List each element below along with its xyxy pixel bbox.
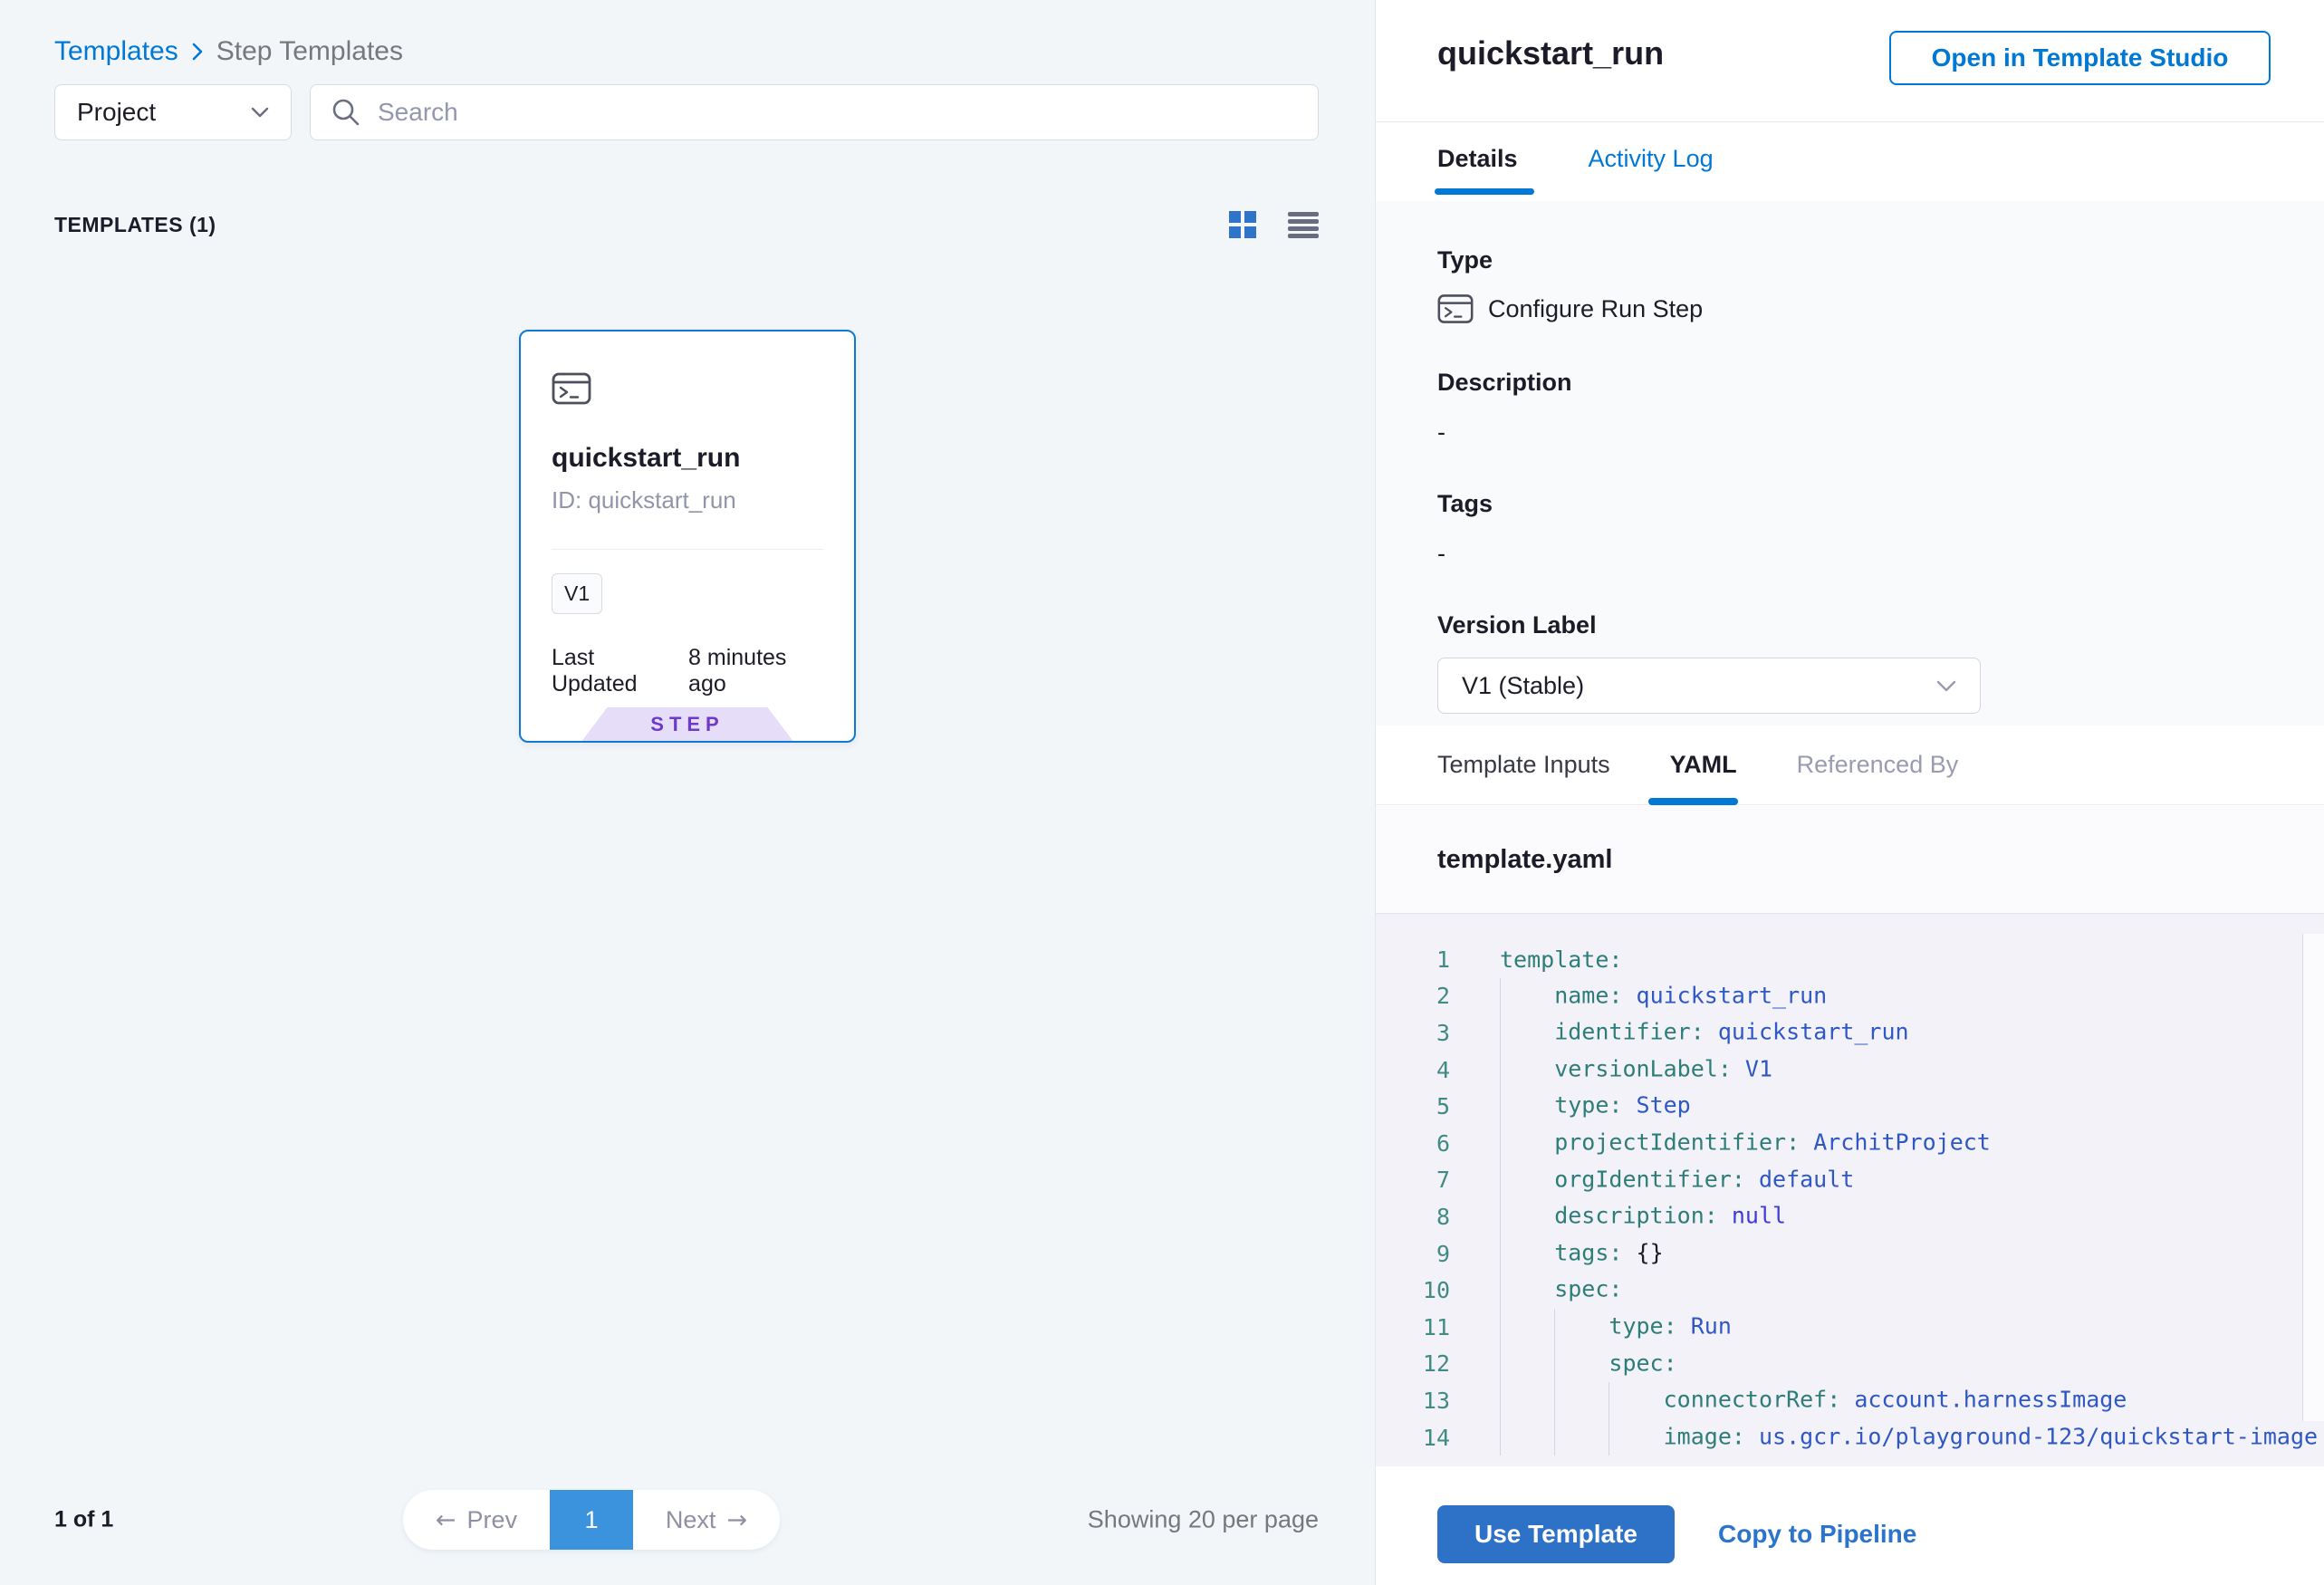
tags-label: Tags [1437, 490, 2262, 518]
scope-select[interactable]: Project [54, 84, 292, 140]
per-page-label: Showing 20 per page [1088, 1506, 1319, 1534]
yaml-code-line: 13connectorRef: account.harnessImage [1376, 1382, 2324, 1419]
tab-yaml[interactable]: YAML [1670, 751, 1737, 779]
template-library-screen: Templates Step Templates Project TEMPLAT [0, 0, 2324, 1585]
type-value: Configure Run Step [1488, 295, 1703, 323]
use-template-button[interactable]: Use Template [1437, 1505, 1675, 1563]
active-tab-underline [1435, 188, 1534, 195]
page-1-button[interactable]: 1 [550, 1490, 633, 1550]
terminal-step-icon [552, 371, 591, 406]
card-divider [552, 549, 823, 550]
list-header: TEMPLATES (1) [54, 210, 1319, 239]
view-toggles [1228, 210, 1319, 239]
yaml-code-line: 4versionLabel: V1 [1376, 1052, 2324, 1089]
yaml-code-line: 9tags: {} [1376, 1235, 2324, 1273]
main-tabs: Details Activity Log [1437, 145, 1714, 173]
open-in-template-studio-button[interactable]: Open in Template Studio [1889, 31, 2271, 85]
tags-value: - [1437, 540, 2262, 568]
card-id: ID: quickstart_run [552, 486, 823, 514]
yaml-file-name: template.yaml [1437, 845, 1612, 875]
search-icon [331, 97, 361, 128]
version-select-value: V1 (Stable) [1462, 672, 1584, 700]
details-body: Type Configure Run Step Description - Ta… [1376, 201, 2324, 725]
yaml-code-line: 14image: us.gcr.io/playground-123/quicks… [1376, 1419, 2324, 1456]
yaml-code-line: 7orgIdentifier: default [1376, 1162, 2324, 1199]
yaml-code-line: 5type: Step [1376, 1088, 2324, 1125]
template-card[interactable]: quickstart_run ID: quickstart_run V1 Las… [519, 330, 856, 743]
pagination: 1 of 1 ← Prev 1 Next → Showing 20 per pa… [0, 1490, 1375, 1550]
search-box [310, 84, 1319, 140]
yaml-code-line: 2name: quickstart_run [1376, 978, 2324, 1015]
breadcrumb: Templates Step Templates [54, 36, 403, 67]
breadcrumb-templates-link[interactable]: Templates [54, 36, 178, 67]
prev-page-button[interactable]: ← Prev [403, 1490, 550, 1550]
yaml-file-header: template.yaml [1376, 806, 2324, 913]
chevron-down-icon [251, 107, 269, 118]
yaml-code-lines: 1template:2name: quickstart_run3identifi… [1376, 941, 2324, 1455]
code-scrollbar[interactable] [2302, 934, 2324, 1421]
chevron-down-icon [1936, 680, 1956, 692]
yaml-code-line: 1template: [1376, 941, 2324, 978]
type-label: Type [1437, 246, 2262, 274]
copy-to-pipeline-link[interactable]: Copy to Pipeline [1718, 1520, 1916, 1549]
search-input[interactable] [376, 97, 1298, 128]
last-updated-value: 8 minutes ago [688, 645, 823, 697]
tab-details[interactable]: Details [1437, 145, 1518, 173]
tab-activity-log[interactable]: Activity Log [1589, 145, 1714, 173]
filters-row: Project [54, 84, 1319, 140]
version-select[interactable]: V1 (Stable) [1437, 658, 1981, 714]
description-value: - [1437, 418, 2262, 447]
pager-pill: ← Prev 1 Next → [403, 1490, 780, 1550]
grid-view-icon[interactable] [1228, 210, 1257, 239]
terminal-step-icon [1437, 293, 1474, 325]
active-subtab-underline [1648, 798, 1738, 805]
panel-actions: Use Template Copy to Pipeline [1437, 1505, 1916, 1563]
list-view-icon[interactable] [1288, 211, 1319, 238]
version-badge: V1 [552, 573, 602, 614]
breadcrumb-chevron-icon [191, 42, 204, 62]
arrow-left-icon: ← [436, 1506, 456, 1534]
yaml-code-line: 6projectIdentifier: ArchitProject [1376, 1125, 2324, 1162]
panel-title: quickstart_run [1437, 34, 1664, 72]
breadcrumb-current: Step Templates [216, 36, 403, 67]
templates-count: TEMPLATES (1) [54, 213, 216, 237]
next-page-button[interactable]: Next → [633, 1490, 780, 1550]
tab-template-inputs[interactable]: Template Inputs [1437, 751, 1610, 779]
yaml-code-line: 11type: Run [1376, 1309, 2324, 1346]
last-updated-row: Last Updated 8 minutes ago [552, 645, 823, 697]
header-divider [1376, 121, 2324, 122]
version-label: Version Label [1437, 611, 2262, 639]
yaml-code-viewer[interactable]: 1template:2name: quickstart_run3identifi… [1376, 913, 2324, 1466]
yaml-code-line: 8description: null [1376, 1198, 2324, 1235]
page-count: 1 of 1 [54, 1507, 113, 1533]
scope-select-value: Project [77, 98, 156, 127]
yaml-code-line: 3identifier: quickstart_run [1376, 1014, 2324, 1052]
yaml-code-line: 10spec: [1376, 1272, 2324, 1309]
type-row: Configure Run Step [1437, 293, 2262, 325]
last-updated-label: Last Updated [552, 645, 679, 697]
sub-tabs: Template Inputs YAML Referenced By [1376, 725, 2324, 805]
step-type-ribbon: STEP [582, 707, 793, 741]
arrow-right-icon: → [726, 1506, 747, 1534]
card-title: quickstart_run [552, 443, 823, 474]
description-label: Description [1437, 369, 2262, 397]
yaml-code-line: 12spec: [1376, 1346, 2324, 1383]
template-details-panel: quickstart_run Open in Template Studio D… [1375, 0, 2324, 1585]
template-list-panel: Templates Step Templates Project TEMPLAT [0, 0, 1375, 1585]
tab-referenced-by[interactable]: Referenced By [1797, 751, 1959, 779]
